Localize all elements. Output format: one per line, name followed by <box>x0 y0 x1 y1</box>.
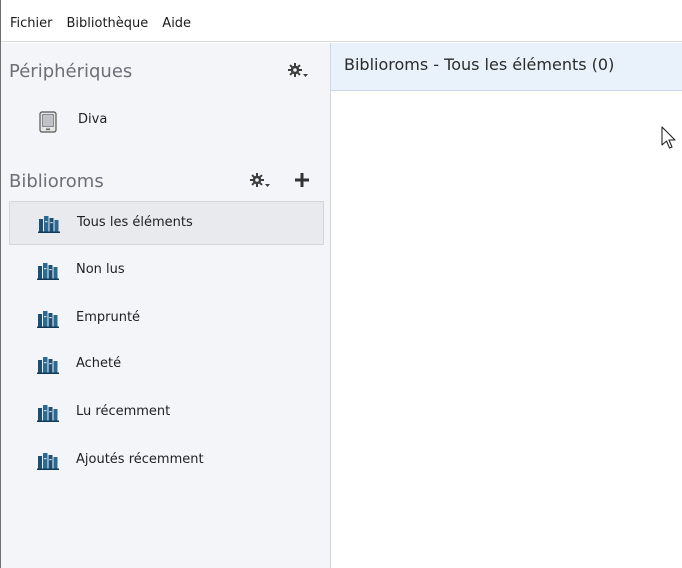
sidebar-item-label: Non lus <box>76 262 125 277</box>
bookshelf-icon <box>37 262 59 280</box>
devices-section-header: Périphériques <box>1 49 330 93</box>
menu-bibliotheque[interactable]: Bibliothèque <box>66 14 150 33</box>
bookshelf-icon <box>38 215 60 233</box>
sidebar-item-label: Ajoutés récemment <box>76 452 204 467</box>
app-window: Fichier Bibliothèque Aide Périphériques <box>0 0 682 568</box>
collections-settings-gear-icon[interactable] <box>248 171 272 191</box>
sidebar-item-tous-les-elements[interactable]: Tous les éléments <box>9 201 324 245</box>
bookshelf-icon <box>37 404 59 422</box>
mouse-cursor-icon <box>661 126 677 150</box>
main-content: Biblioroms - Tous les éléments (0) <box>331 43 682 568</box>
sidebar-item-achete[interactable]: Acheté <box>9 343 324 387</box>
sidebar-item-non-lus[interactable]: Non lus <box>9 249 324 293</box>
sidebar-device-label: Diva <box>78 112 108 127</box>
devices-settings-gear-icon[interactable] <box>286 61 310 81</box>
page-title: Biblioroms - Tous les éléments (0) <box>344 55 615 74</box>
sidebar-item-label: Lu récemment <box>76 404 171 419</box>
sidebar-item-lu-recemment[interactable]: Lu récemment <box>9 391 324 435</box>
devices-section-title: Périphériques <box>9 60 133 82</box>
sidebar-item-ajoutes-recemment[interactable]: Ajoutés récemment <box>9 439 324 483</box>
content-header: Biblioroms - Tous les éléments (0) <box>331 43 682 91</box>
collections-section-header: Biblioroms <box>1 159 330 203</box>
bookshelf-icon <box>37 310 59 328</box>
sidebar: Périphériques Diva Biblioroms Tous les é… <box>1 43 331 568</box>
bookshelf-icon <box>37 356 59 374</box>
menu-fichier[interactable]: Fichier <box>9 14 54 33</box>
sidebar-item-label: Emprunté <box>76 310 141 325</box>
bookshelf-icon <box>37 452 59 470</box>
menu-bar: Fichier Bibliothèque Aide <box>1 6 682 42</box>
sidebar-item-emprunte[interactable]: Emprunté <box>9 297 324 341</box>
ereader-device-icon <box>39 111 57 133</box>
sidebar-item-label: Tous les éléments <box>77 215 193 230</box>
add-collection-plus-icon[interactable] <box>293 172 311 190</box>
sidebar-device-diva[interactable]: Diva <box>1 101 330 141</box>
sidebar-item-label: Acheté <box>76 356 122 371</box>
collections-section-title: Biblioroms <box>9 170 104 192</box>
menu-aide[interactable]: Aide <box>161 14 192 33</box>
